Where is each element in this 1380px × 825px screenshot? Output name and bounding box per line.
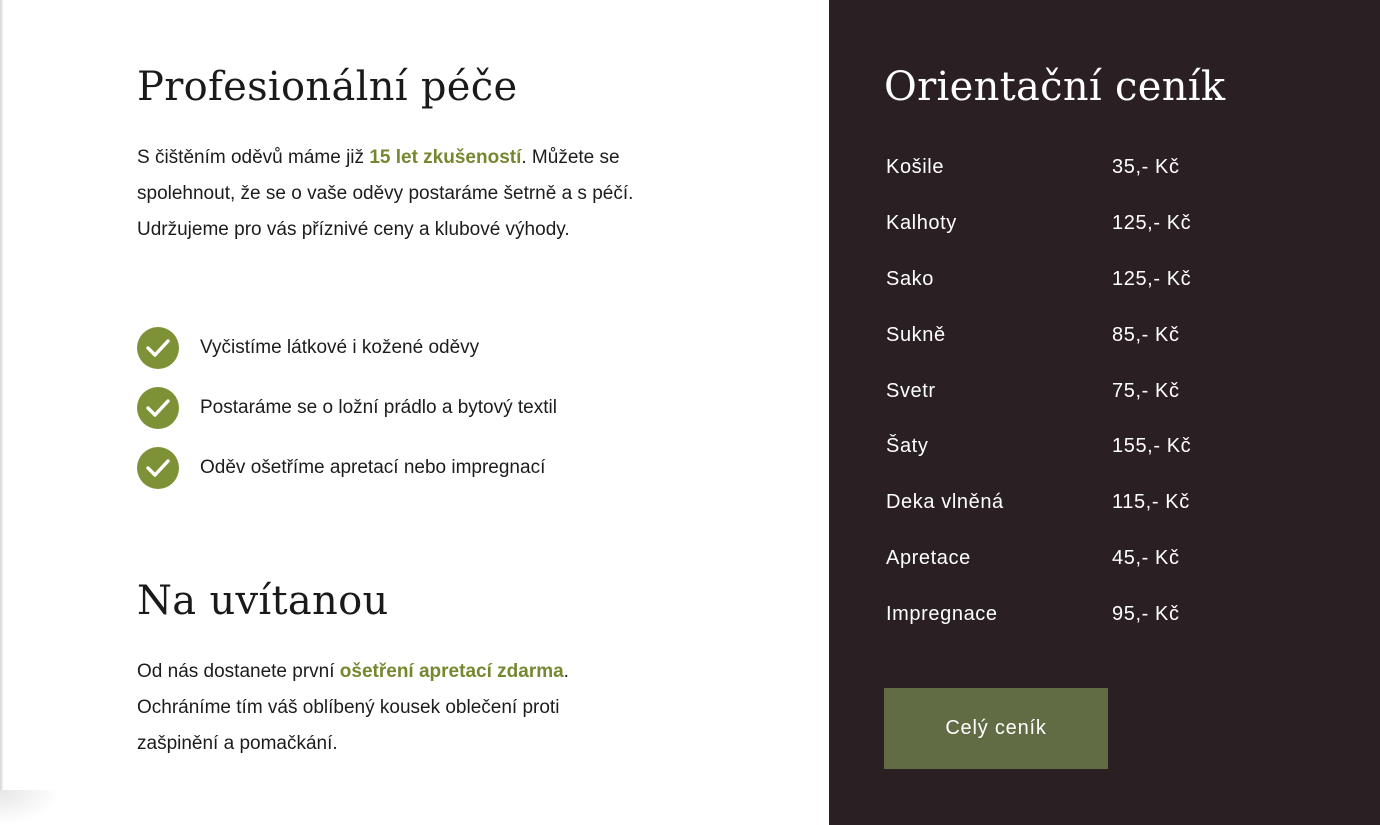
- check-icon: [137, 327, 179, 369]
- price-row: Šaty 155,- Kč: [886, 419, 1191, 475]
- welcome-text-start: Od nás dostanete první: [137, 661, 340, 682]
- item-price: 155,- Kč: [1112, 435, 1192, 458]
- item-name: Košile: [886, 156, 945, 179]
- window-edge: [0, 0, 3, 790]
- price-row: Svetr 75,- Kč: [886, 363, 1191, 419]
- price-row: Kalhoty 125,- Kč: [886, 196, 1191, 252]
- item-name: Impregnace: [886, 602, 998, 625]
- welcome-text: Od nás dostanete první ošetření apretací…: [137, 654, 617, 762]
- item-name: Sukně: [886, 323, 946, 346]
- price-list: Košile 35,- Kč Kalhoty 125,- Kč Sako 125…: [886, 140, 1191, 642]
- item-price: 45,- Kč: [1112, 546, 1180, 569]
- item-price: 95,- Kč: [1112, 602, 1180, 625]
- price-row: Košile 35,- Kč: [886, 140, 1191, 196]
- experience-highlight: 15 let zkušeností: [369, 147, 522, 168]
- price-row: Sukně 85,- Kč: [886, 307, 1191, 363]
- free-treatment-highlight: ošetření apretací zdarma: [339, 661, 564, 682]
- item-price: 125,- Kč: [1112, 267, 1192, 290]
- check-icon: [137, 447, 179, 489]
- feature-list: Vyčistíme látkové i kožené oděvy Postará…: [137, 327, 557, 507]
- item-name: Deka vlněná: [886, 491, 1004, 514]
- item-name: Kalhoty: [886, 212, 957, 235]
- care-intro-start: S čištěním oděvů máme již: [137, 147, 370, 168]
- check-icon: [137, 387, 179, 429]
- pricing-section: Orientační ceník Košile 35,- Kč Kalhoty …: [829, 0, 1380, 825]
- item-name: Svetr: [886, 379, 936, 402]
- item-price: 85,- Kč: [1112, 323, 1180, 346]
- feature-item: Vyčistíme látkové i kožené oděvy: [137, 327, 557, 369]
- feature-item: Postaráme se o ložní prádlo a bytový tex…: [137, 387, 557, 429]
- full-pricelist-button[interactable]: Celý ceník: [884, 688, 1108, 769]
- pricing-heading: Orientační ceník: [884, 64, 1226, 110]
- feature-item: Oděv ošetříme apretací nebo impregnací: [137, 447, 557, 489]
- item-price: 115,- Kč: [1112, 491, 1190, 514]
- window-shadow: [0, 790, 60, 825]
- item-price: 125,- Kč: [1112, 212, 1192, 235]
- feature-label: Postaráme se o ložní prádlo a bytový tex…: [200, 397, 557, 418]
- item-name: Sako: [886, 267, 934, 290]
- feature-label: Oděv ošetříme apretací nebo impregnací: [200, 457, 546, 478]
- care-intro-text: S čištěním oděvů máme již 15 let zkušeno…: [137, 140, 637, 248]
- price-row: Deka vlněná 115,- Kč: [886, 475, 1191, 531]
- price-row: Sako 125,- Kč: [886, 252, 1191, 308]
- item-name: Apretace: [886, 546, 971, 569]
- care-heading: Profesionální péče: [137, 64, 518, 110]
- price-row: Apretace 45,- Kč: [886, 531, 1191, 587]
- item-name: Šaty: [886, 435, 929, 458]
- feature-label: Vyčistíme látkové i kožené oděvy: [200, 337, 480, 358]
- item-price: 75,- Kč: [1112, 379, 1180, 402]
- services-section: Profesionální péče S čištěním oděvů máme…: [0, 0, 829, 825]
- item-price: 35,- Kč: [1112, 156, 1180, 179]
- welcome-heading: Na uvítanou: [137, 578, 389, 624]
- price-row: Impregnace 95,- Kč: [886, 586, 1191, 642]
